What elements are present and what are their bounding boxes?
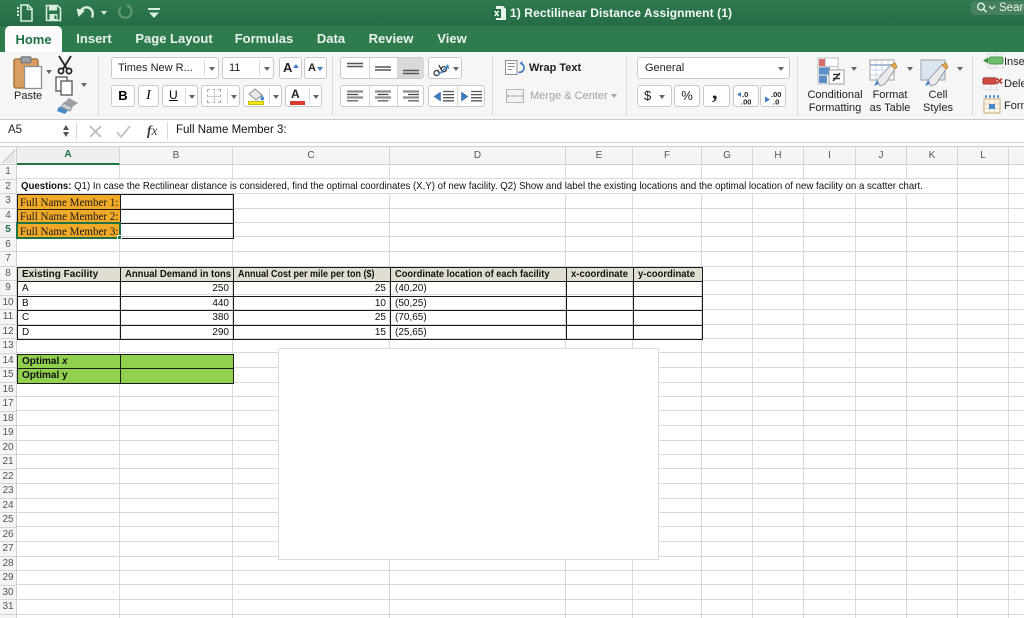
svg-text:.0: .0 <box>773 98 779 106</box>
svg-text:.00: .00 <box>741 98 751 106</box>
